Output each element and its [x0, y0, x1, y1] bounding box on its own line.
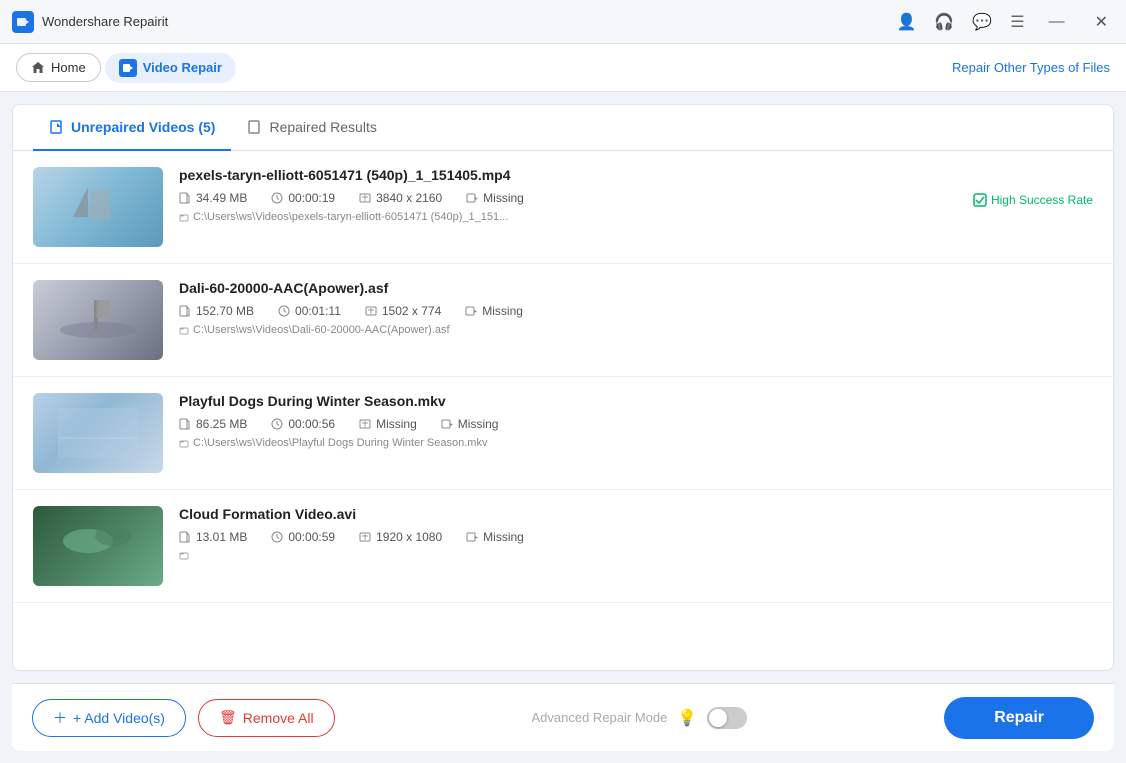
remove-all-button[interactable]: 🗑 Remove All — [198, 699, 335, 737]
video-meta: 86.25 MB 00:00:56 Missing Missing — [179, 417, 1093, 431]
minimize-button[interactable]: — — [1043, 11, 1071, 33]
video-status: Missing — [465, 304, 523, 318]
toggle-knob — [709, 709, 727, 727]
bottom-left: ＋ + Add Video(s) 🗑 Remove All — [32, 699, 335, 737]
add-video-button[interactable]: ＋ + Add Video(s) — [32, 699, 186, 737]
resolution: 1920 x 1080 — [359, 530, 442, 544]
home-label: Home — [51, 60, 86, 75]
app-name: Wondershare Repairit — [42, 14, 168, 29]
nav-left: Home Video Repair — [16, 53, 236, 83]
video-item: Dali-60-20000-AAC(Apower).asf 152.70 MB … — [13, 264, 1113, 377]
advanced-toggle-switch[interactable] — [707, 707, 747, 729]
tab-unrepaired[interactable]: Unrepaired Videos (5) — [33, 105, 231, 151]
resolution: 1502 x 774 — [365, 304, 441, 318]
duration: 00:00:19 — [271, 191, 335, 205]
video-list: pexels-taryn-elliott-6051471 (540p)_1_15… — [13, 151, 1113, 666]
video-info: Dali-60-20000-AAC(Apower).asf 152.70 MB … — [179, 280, 1093, 336]
video-path: C:\Users\ws\Videos\pexels-taryn-elliott-… — [179, 211, 957, 223]
bottom-bar: ＋ + Add Video(s) 🗑 Remove All Advanced R… — [12, 683, 1114, 751]
add-icon: ＋ — [53, 708, 67, 728]
user-icon[interactable]: 👤 — [896, 12, 916, 32]
tab-repaired-label: Repaired Results — [269, 119, 376, 135]
title-bar: Wondershare Repairit 👤 🎧 💬 ☰ — ✕ — [0, 0, 1126, 44]
video-thumbnail — [33, 280, 163, 360]
title-bar-controls: 👤 🎧 💬 ☰ — ✕ — [896, 10, 1114, 34]
video-thumbnail — [33, 393, 163, 473]
video-path: C:\Users\ws\Videos\Dali-60-20000-AAC(Apo… — [179, 324, 1093, 336]
tab-repaired[interactable]: Repaired Results — [231, 105, 392, 151]
video-nav-icon — [119, 59, 137, 77]
video-status: Missing — [441, 417, 499, 431]
menu-icon[interactable]: ☰ — [1010, 12, 1024, 32]
video-thumbnail — [33, 506, 163, 586]
repair-button[interactable]: Repair — [944, 697, 1094, 739]
tab-unrepaired-label: Unrepaired Videos (5) — [71, 119, 215, 135]
video-path: C:\Users\ws\Videos\Playful Dogs During W… — [179, 437, 1093, 449]
resolution: Missing — [359, 417, 417, 431]
repair-other-link[interactable]: Repair Other Types of Files — [952, 60, 1110, 75]
tabs-bar: Unrepaired Videos (5) Repaired Results — [13, 105, 1113, 151]
video-path — [179, 550, 1093, 560]
trash-icon: 🗑 — [219, 709, 237, 726]
file-size: 86.25 MB — [179, 417, 247, 431]
file-size: 13.01 MB — [179, 530, 247, 544]
video-info: Cloud Formation Video.avi 13.01 MB 00:00… — [179, 506, 1093, 560]
video-meta: 13.01 MB 00:00:59 1920 x 1080 Missing — [179, 530, 1093, 544]
video-item: pexels-taryn-elliott-6051471 (540p)_1_15… — [13, 151, 1113, 264]
remove-label: Remove All — [243, 710, 314, 726]
video-status: Missing — [466, 530, 524, 544]
duration: 00:00:59 — [271, 530, 335, 544]
video-thumbnail — [33, 167, 163, 247]
video-item: Cloud Formation Video.avi 13.01 MB 00:00… — [13, 490, 1113, 603]
advanced-label: Advanced Repair Mode — [532, 710, 668, 725]
main-panel: Unrepaired Videos (5) Repaired Results p… — [12, 104, 1114, 671]
video-info: pexels-taryn-elliott-6051471 (540p)_1_15… — [179, 167, 957, 223]
video-meta: 152.70 MB 00:01:11 1502 x 774 Missing — [179, 304, 1093, 318]
video-meta: 34.49 MB 00:00:19 3840 x 2160 Missing — [179, 191, 957, 205]
nav-bar: Home Video Repair Repair Other Types of … — [0, 44, 1126, 92]
video-status: Missing — [466, 191, 524, 205]
duration: 00:00:56 — [271, 417, 335, 431]
info-icon: 💡 — [677, 708, 697, 728]
add-label: + Add Video(s) — [73, 710, 165, 726]
file-size: 152.70 MB — [179, 304, 254, 318]
video-title: pexels-taryn-elliott-6051471 (540p)_1_15… — [179, 167, 957, 183]
video-title: Cloud Formation Video.avi — [179, 506, 1093, 522]
success-badge: High Success Rate — [973, 193, 1093, 207]
close-button[interactable]: ✕ — [1089, 10, 1114, 34]
home-nav-button[interactable]: Home — [16, 53, 101, 82]
video-repair-label: Video Repair — [143, 60, 222, 75]
headphone-icon[interactable]: 🎧 — [934, 12, 954, 32]
file-size: 34.49 MB — [179, 191, 247, 205]
advanced-repair-toggle: Advanced Repair Mode 💡 — [532, 707, 748, 729]
video-info: Playful Dogs During Winter Season.mkv 86… — [179, 393, 1093, 449]
duration: 00:01:11 — [278, 304, 341, 318]
app-icon — [12, 11, 34, 33]
resolution: 3840 x 2160 — [359, 191, 442, 205]
title-bar-left: Wondershare Repairit — [12, 11, 168, 33]
chat-icon[interactable]: 💬 — [972, 12, 992, 32]
video-title: Dali-60-20000-AAC(Apower).asf — [179, 280, 1093, 296]
video-title: Playful Dogs During Winter Season.mkv — [179, 393, 1093, 409]
video-item: Playful Dogs During Winter Season.mkv 86… — [13, 377, 1113, 490]
video-repair-nav[interactable]: Video Repair — [105, 53, 236, 83]
